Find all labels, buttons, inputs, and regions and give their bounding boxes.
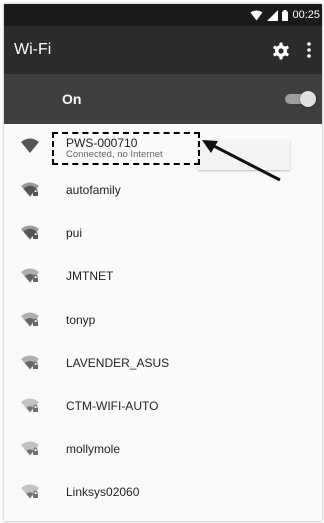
wifi-locked-icon (21, 225, 39, 241)
gear-icon[interactable] (272, 42, 290, 60)
network-name: LAVENDER_ASUS (66, 355, 170, 370)
page-title: Wi-Fi (14, 41, 52, 58)
network-name: CTM-WIFI-AUTO (66, 398, 159, 413)
status-time: 00:25 (292, 9, 320, 21)
network-name: mollymole (66, 442, 121, 457)
highlight-box (52, 132, 200, 165)
app-bar: Wi-Fi (4, 26, 322, 74)
network-item[interactable]: mollymole (4, 428, 322, 471)
network-name: JMTNET (66, 269, 114, 284)
network-name: autofamily (66, 183, 121, 197)
wifi-locked-icon (21, 182, 39, 197)
signal-icon (267, 9, 279, 21)
wifi-locked-icon (21, 355, 39, 370)
wifi-strong-icon (21, 138, 39, 153)
network-item[interactable]: JMTNET (4, 255, 322, 298)
network-name: pui (66, 226, 83, 241)
wifi-locked-icon (21, 484, 39, 500)
network-item[interactable]: LAVENDER_ASUS (4, 342, 322, 385)
wifi-locked-icon (21, 441, 39, 457)
switch-thumb (300, 91, 316, 107)
network-item[interactable]: tonyp (4, 299, 322, 342)
wifi-status-icon (250, 10, 263, 20)
overflow-menu-icon[interactable] (306, 40, 312, 60)
wifi-toggle-row[interactable]: On (4, 74, 322, 124)
network-item[interactable]: Linksys02060 (4, 471, 322, 514)
wifi-locked-icon (21, 268, 39, 284)
battery-icon (282, 9, 289, 21)
callout-arrow-icon (202, 140, 281, 182)
wifi-locked-icon (21, 312, 39, 327)
network-name: Linksys02060 (66, 485, 140, 500)
wifi-switch[interactable] (285, 91, 317, 107)
network-item[interactable]: CTM-WIFI-AUTO (4, 385, 322, 428)
wifi-locked-icon (21, 398, 39, 413)
status-icons: 00:25 (250, 4, 320, 26)
phone-screen: 00:25 Wi-Fi On PWS-000710 Connected, no … (4, 4, 322, 521)
toggle-label: On (62, 91, 82, 107)
status-bar: 00:25 (4, 4, 322, 26)
network-item[interactable]: pui (4, 212, 322, 255)
network-name: tonyp (66, 312, 96, 327)
